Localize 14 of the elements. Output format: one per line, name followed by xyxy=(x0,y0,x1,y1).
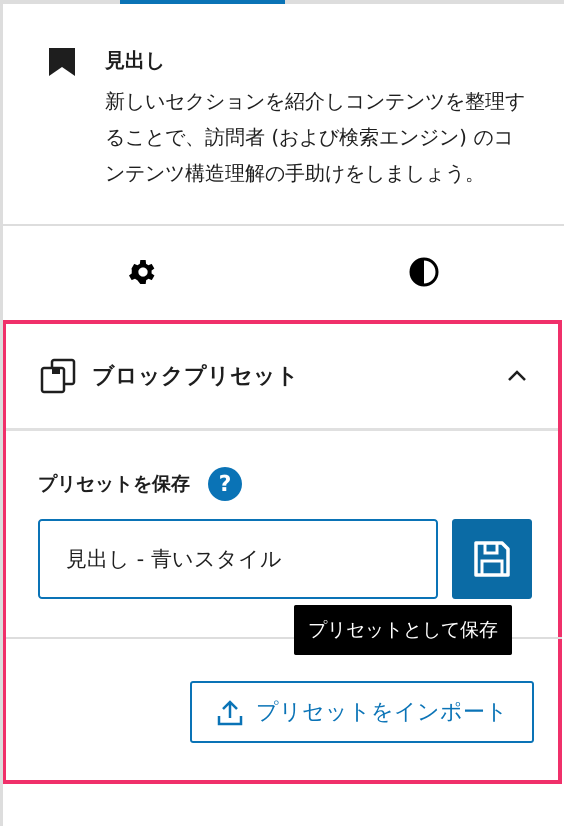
import-button[interactable]: プリセットをインポート xyxy=(190,681,534,743)
help-icon[interactable]: ? xyxy=(208,467,242,501)
save-button[interactable] xyxy=(452,519,532,599)
field-label: プリセットを保存 xyxy=(38,472,190,497)
contrast-icon xyxy=(408,256,440,288)
chevron-icon xyxy=(506,369,528,383)
panel-title: ブロックプリセット xyxy=(92,363,300,391)
block-title: 見出し xyxy=(105,47,166,74)
bookmark-icon xyxy=(49,48,75,76)
tooltip: プリセットとして保存 xyxy=(294,605,512,655)
upload-icon xyxy=(216,698,244,726)
copy-icon xyxy=(40,358,76,394)
preset-name-field[interactable]: 見出し - 青いスタイル xyxy=(38,519,438,599)
block-description: 新しいセクションを紹介しコンテンツを整理することで、訪問者 (および検索エンジン) のコンテンツ構造理解の手助けをしましょう。 xyxy=(105,88,525,187)
